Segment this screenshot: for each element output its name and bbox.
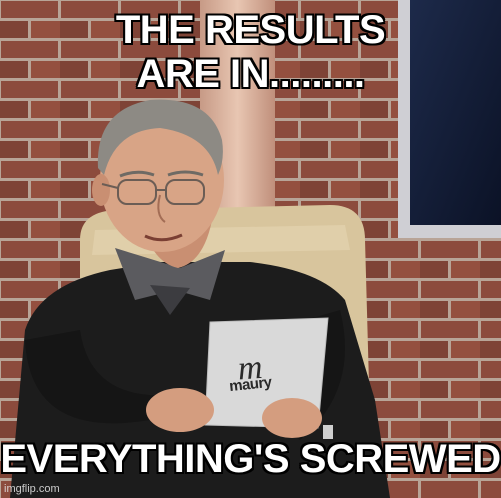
bottom-caption: EVERYTHING'S SCREWED [0, 437, 501, 481]
top-caption: THE RESULTS ARE IN......... [0, 8, 501, 96]
left-hand [146, 388, 214, 432]
top-caption-line-2: ARE IN......... [136, 52, 365, 96]
right-hand [262, 398, 322, 438]
imgflip-watermark: imgflip.com [4, 483, 60, 495]
top-caption-line-1: THE RESULTS [115, 8, 386, 52]
meme-image: m maury THE RESULTS ARE IN......... EVER… [0, 0, 501, 498]
